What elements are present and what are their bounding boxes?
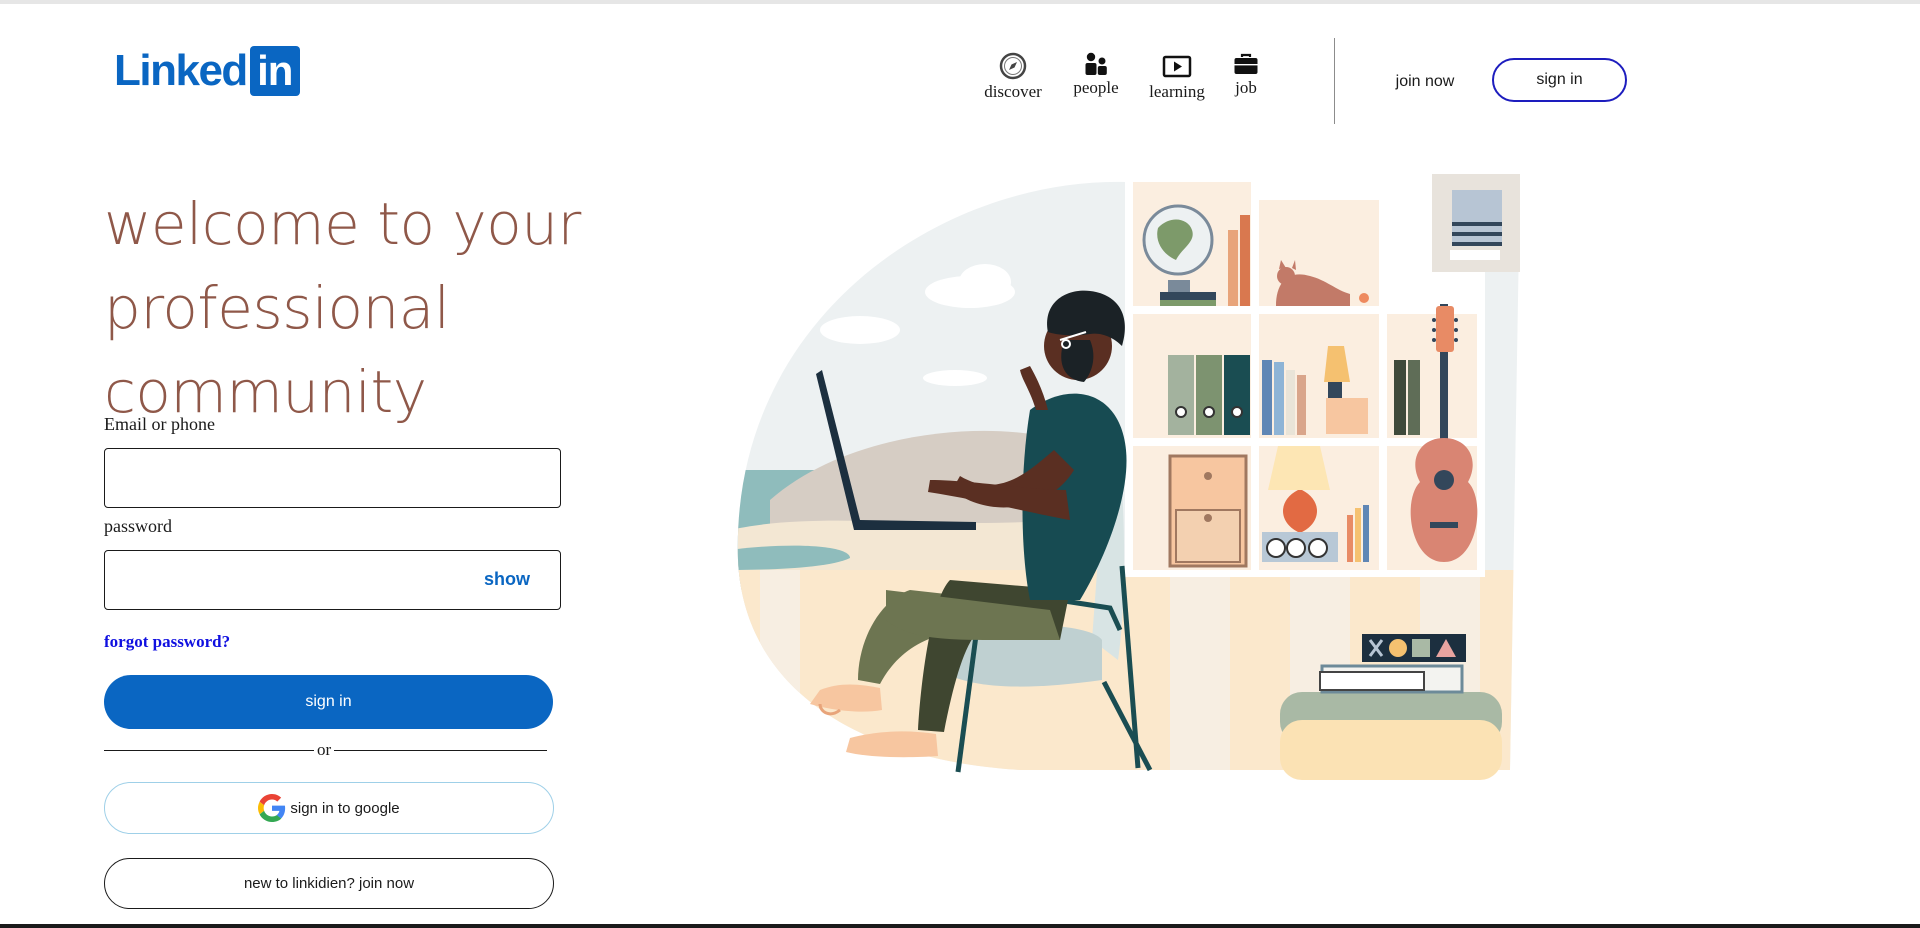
logo-wordmark: Linked <box>114 46 248 95</box>
people-icon <box>1085 52 1107 75</box>
password-label: password <box>104 516 172 536</box>
email-field[interactable] <box>105 449 560 507</box>
linkedin-logo[interactable]: Linked in <box>114 46 300 96</box>
hero-illustration <box>737 174 1520 780</box>
google-icon <box>258 794 286 822</box>
password-field-box: show <box>104 550 561 610</box>
forgot-password-link[interactable]: forgot password? <box>104 632 230 652</box>
nav-divider <box>1334 38 1335 124</box>
nav-job-label: job <box>1235 78 1257 97</box>
show-password-button[interactable]: show <box>484 569 530 590</box>
nav-discover[interactable]: discover <box>976 52 1050 102</box>
google-sign-in-button[interactable]: sign in to google <box>104 782 554 834</box>
taskbar-edge <box>0 924 1920 928</box>
play-video-icon <box>1162 55 1192 78</box>
nav-people-label: people <box>1073 78 1119 97</box>
join-now-link[interactable]: join now <box>1378 70 1472 94</box>
headline-line-2: professional community <box>104 274 450 426</box>
compass-icon <box>999 52 1027 80</box>
nav-learning-label: learning <box>1149 82 1205 101</box>
sign-in-button[interactable]: sign in <box>104 675 553 729</box>
nav-job[interactable]: job <box>1226 52 1266 98</box>
google-button-label: sign in to google <box>290 799 400 817</box>
page-headline: welcome to your professional community <box>104 182 764 434</box>
email-field-box <box>104 448 561 508</box>
logo-in-box: in <box>249 46 300 96</box>
or-label: or <box>314 740 335 760</box>
nav-discover-label: discover <box>984 82 1042 101</box>
headline-line-1: welcome to your <box>104 190 581 258</box>
header-sign-in-button[interactable]: sign in <box>1492 58 1627 102</box>
email-label: Email or phone <box>104 414 215 434</box>
nav-people[interactable]: people <box>1066 52 1126 98</box>
briefcase-icon <box>1234 53 1258 74</box>
nav-learning[interactable]: learning <box>1142 54 1212 102</box>
window-top-border <box>0 0 1920 4</box>
join-now-button[interactable]: new to linkidien? join now <box>104 858 554 909</box>
